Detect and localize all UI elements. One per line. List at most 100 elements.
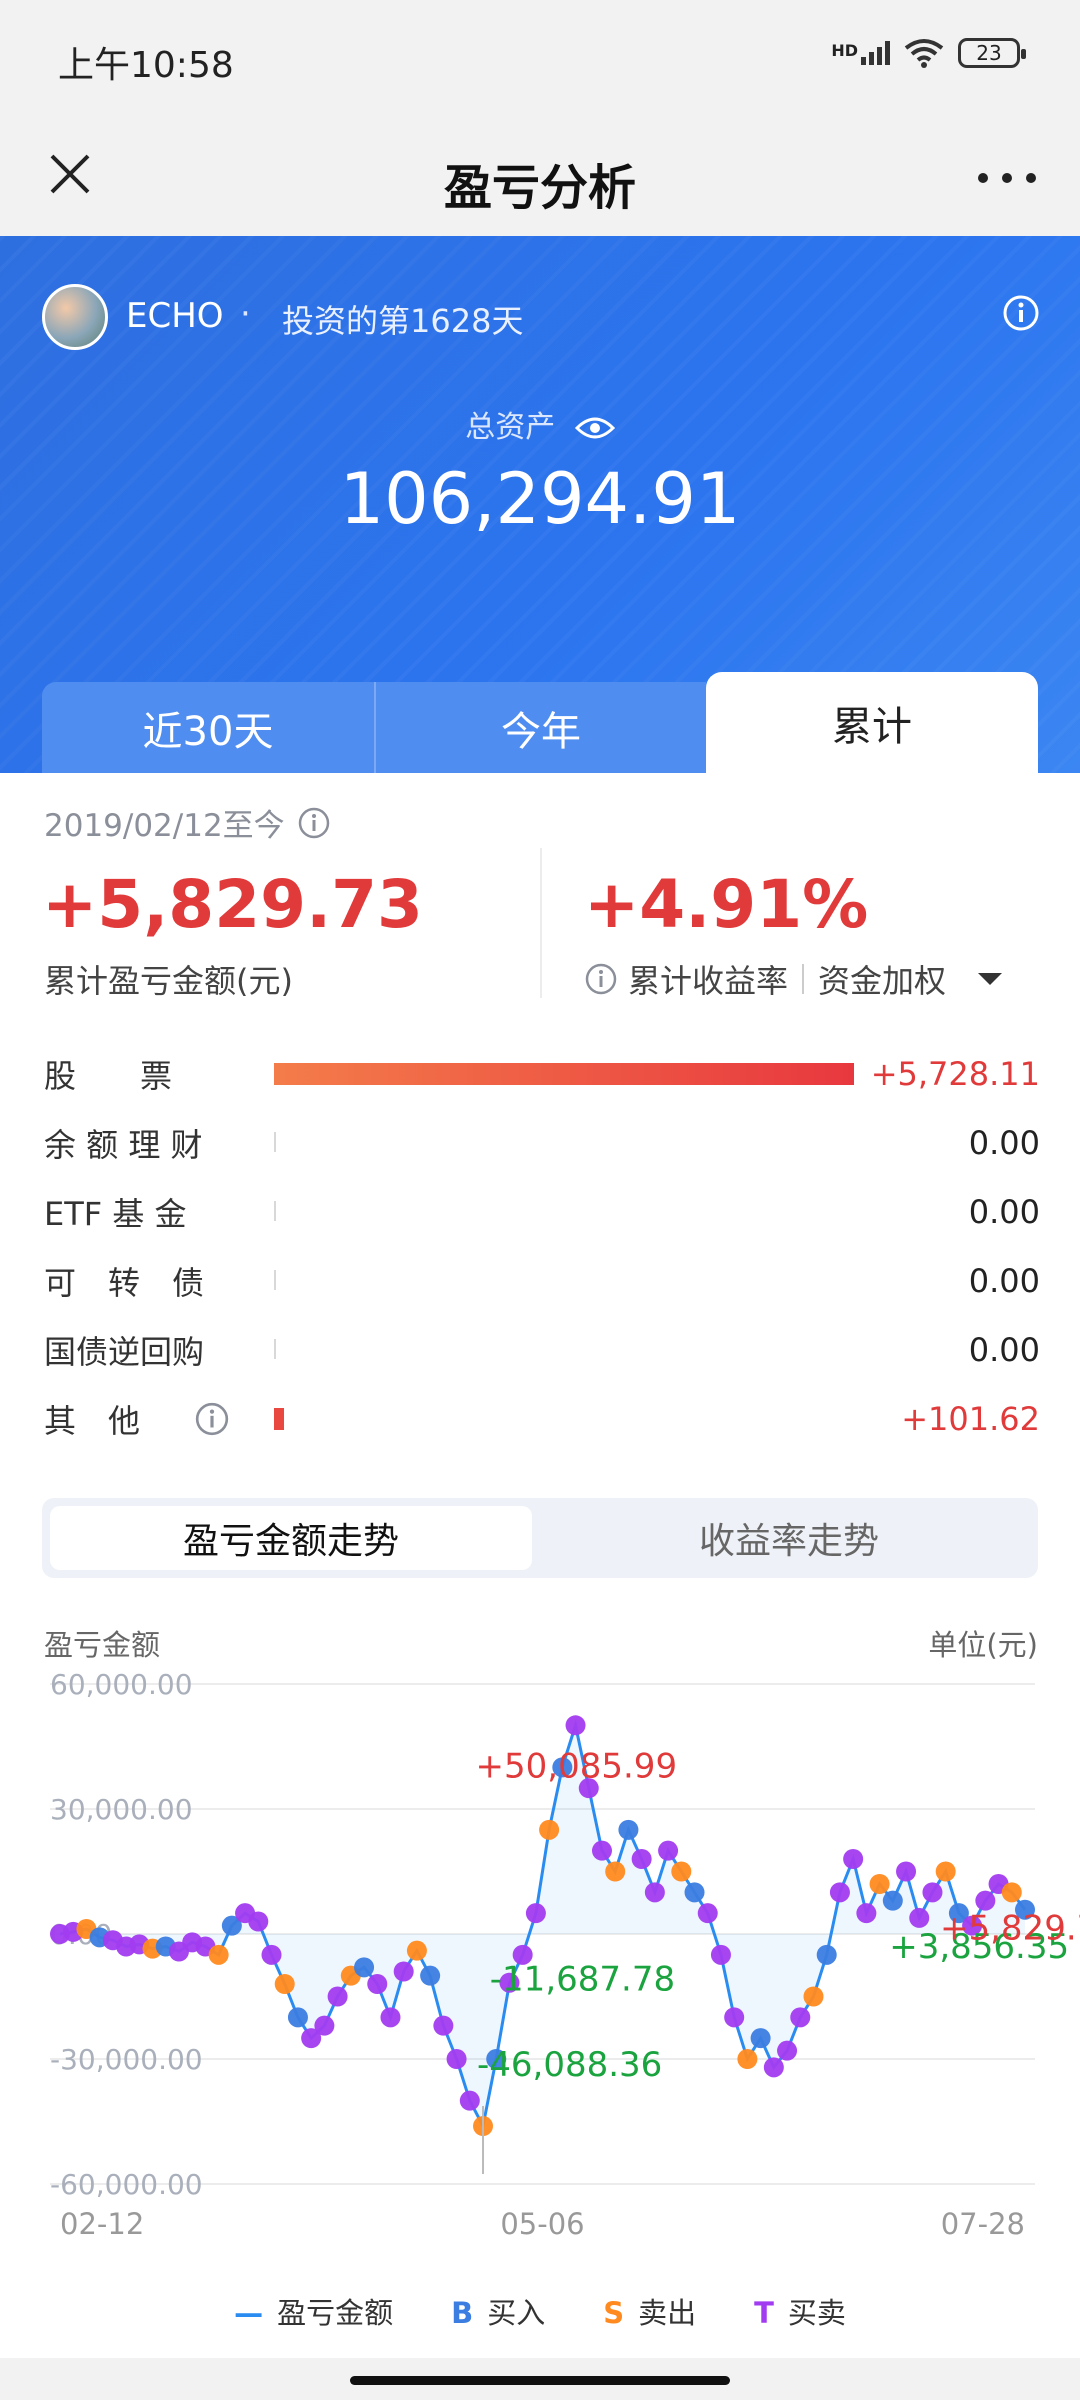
breakdown-bar bbox=[274, 1131, 834, 1155]
info-icon[interactable] bbox=[297, 806, 331, 840]
page-title: 盈亏分析 bbox=[443, 160, 636, 216]
data-point bbox=[750, 2028, 771, 2049]
network-label: HD bbox=[831, 41, 858, 60]
battery-level: 23 bbox=[976, 41, 1002, 65]
total-pnl-label: 累计盈亏金额(元) bbox=[44, 962, 293, 1000]
tab-return-trend[interactable]: 收益率走势 bbox=[548, 1506, 1030, 1570]
breakdown-label: 股 票 bbox=[44, 1057, 173, 1095]
return-rate-row: 累计收益率 资金加权 bbox=[584, 956, 1006, 1002]
data-point bbox=[843, 1849, 864, 1869]
annotation-min: -46,088.36 bbox=[477, 2045, 662, 2085]
avatar[interactable] bbox=[42, 284, 108, 350]
data-point bbox=[605, 1861, 626, 1882]
data-point bbox=[446, 2049, 467, 2069]
breakdown-row: 余 额 理 财 0.00 bbox=[44, 1123, 1040, 1164]
more-button[interactable] bbox=[972, 148, 1042, 208]
tab-this-year[interactable]: 今年 bbox=[374, 682, 706, 773]
data-point bbox=[261, 1944, 282, 1965]
breakdown-bar bbox=[274, 1338, 834, 1362]
data-point bbox=[737, 2049, 758, 2069]
data-point bbox=[631, 1849, 652, 1869]
breakdown-value: 0.00 bbox=[968, 1262, 1040, 1300]
legend-key: T bbox=[754, 2296, 774, 2330]
breakdown-bar bbox=[274, 1269, 834, 1293]
legend-item: S 卖出 bbox=[603, 2290, 696, 2332]
breakdown-label: 余 额 理 财 bbox=[44, 1126, 203, 1164]
data-point bbox=[803, 1986, 824, 2007]
breakdown-label: ETF 基 金 bbox=[44, 1195, 187, 1233]
data-point bbox=[829, 1882, 850, 1903]
chart-unit: 单位(元) bbox=[928, 1628, 1038, 1662]
data-point bbox=[433, 2015, 454, 2036]
data-point bbox=[790, 2007, 811, 2028]
data-point bbox=[380, 2007, 401, 2028]
data-point bbox=[367, 1974, 388, 1994]
data-point bbox=[248, 1911, 269, 1932]
legend-item: — 盈亏金额 bbox=[234, 2290, 393, 2332]
legend-item: T 买卖 bbox=[754, 2290, 846, 2332]
x-tick-label: 05-06 bbox=[500, 2207, 584, 2241]
annotation-local: -11,687.78 bbox=[490, 1960, 675, 2000]
breakdown-row: 国债逆回购 0.00 bbox=[44, 1330, 1040, 1371]
data-point bbox=[909, 1907, 930, 1928]
data-point bbox=[684, 1882, 705, 1903]
data-point bbox=[591, 1840, 612, 1861]
data-point bbox=[208, 1944, 229, 1965]
legend-label: 卖出 bbox=[638, 2296, 697, 2330]
return-rate-value: +4.91% bbox=[584, 866, 869, 943]
breakdown-bar bbox=[274, 1062, 854, 1086]
legend-label: 买入 bbox=[487, 2296, 546, 2330]
data-point bbox=[710, 1944, 731, 1965]
data-point bbox=[658, 1840, 679, 1861]
asset-header: ECHO · 投资的第1628天 总资产 106,294.91 近30天 今年 … bbox=[0, 236, 1080, 773]
wifi-icon bbox=[904, 39, 944, 68]
breakdown-label: 可 转 债 bbox=[44, 1264, 205, 1302]
legend-label: 买卖 bbox=[787, 2296, 846, 2330]
tab-last-30-days[interactable]: 近30天 bbox=[42, 682, 374, 773]
total-assets-label: 总资产 bbox=[0, 402, 1080, 446]
data-point bbox=[882, 1890, 903, 1911]
legend-key: — bbox=[234, 2296, 264, 2330]
data-point bbox=[287, 2007, 308, 2028]
breakdown-value: +101.62 bbox=[901, 1400, 1040, 1438]
breakdown-value: 0.00 bbox=[968, 1124, 1040, 1162]
signal-icon: HD bbox=[831, 41, 890, 65]
status-bar: 上午10:58 HD 23 bbox=[0, 0, 1080, 118]
breakdown-value: +5,728.11 bbox=[870, 1055, 1040, 1093]
pnl-chart[interactable]: 60,000.0030,000.000.00-30,000.00-60,000.… bbox=[0, 1668, 1080, 2248]
divider bbox=[802, 964, 805, 994]
breakdown-bar bbox=[274, 1407, 834, 1431]
data-point bbox=[777, 2040, 798, 2061]
invest-days: 投资的第1628天 bbox=[282, 302, 524, 340]
annotation-max: +50,085.99 bbox=[476, 1746, 678, 1786]
data-point bbox=[1001, 1882, 1022, 1903]
breakdown-value: 0.00 bbox=[968, 1193, 1040, 1231]
breakdown-row: 股 票 +5,728.11 bbox=[44, 1054, 1040, 1095]
data-point bbox=[856, 1903, 877, 1924]
tab-cumulative[interactable]: 累计 bbox=[706, 672, 1038, 773]
data-point bbox=[274, 1974, 295, 1994]
y-tick-label: -30,000.00 bbox=[50, 2043, 203, 2076]
period-tabs: 近30天 今年 累计 bbox=[42, 672, 1038, 773]
legend-key: B bbox=[451, 2296, 474, 2330]
info-icon[interactable] bbox=[584, 962, 618, 996]
divider bbox=[540, 848, 542, 998]
tab-pnl-trend[interactable]: 盈亏金额走势 bbox=[50, 1506, 532, 1570]
status-time: 上午10:58 bbox=[58, 45, 234, 86]
info-icon[interactable] bbox=[194, 1401, 230, 1437]
data-point bbox=[671, 1861, 692, 1882]
status-icons: HD 23 bbox=[831, 38, 1026, 68]
eye-icon[interactable] bbox=[574, 416, 615, 440]
chevron-down-icon[interactable] bbox=[974, 969, 1006, 989]
y-tick-label: 60,000.00 bbox=[50, 1668, 193, 1701]
data-point bbox=[724, 2007, 745, 2028]
data-point bbox=[935, 1861, 956, 1882]
data-point bbox=[816, 1944, 837, 1965]
data-point bbox=[525, 1903, 546, 1924]
nav-bar: 盈亏分析 bbox=[0, 118, 1080, 236]
info-icon[interactable] bbox=[1002, 294, 1040, 332]
data-point bbox=[420, 1965, 441, 1986]
home-indicator[interactable] bbox=[350, 2376, 730, 2385]
weighting-select[interactable]: 资金加权 bbox=[818, 956, 946, 1002]
name-separator: · bbox=[240, 294, 251, 334]
